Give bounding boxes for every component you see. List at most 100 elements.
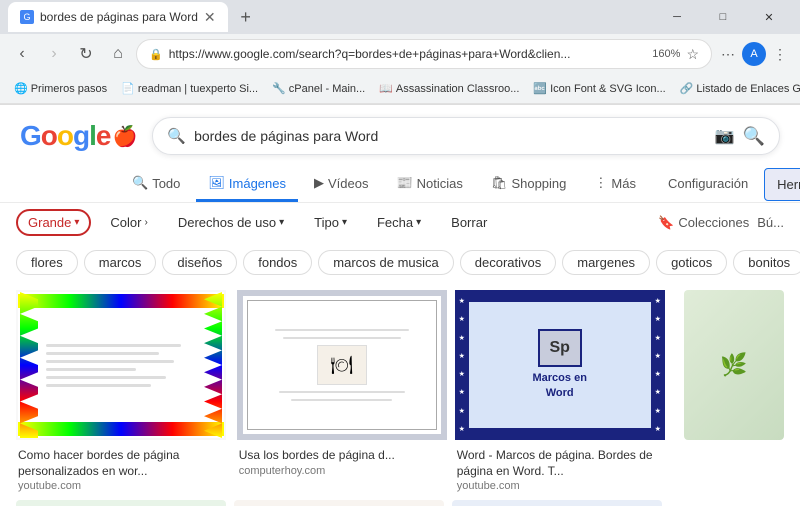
filter-borrar[interactable]: Borrar bbox=[440, 210, 498, 235]
lock-icon: 🔒 bbox=[149, 48, 163, 61]
image-title-2: Usa los bordes de página d... bbox=[239, 448, 445, 464]
tab-shopping[interactable]: 🛍 Shopping bbox=[479, 167, 578, 202]
tipo-arrow-icon: ▾ bbox=[342, 217, 347, 228]
google-page: Google 🍎 🔍 📷 🔍 🔍 Todo 🖼 Imágenes ▶ Vídeo… bbox=[0, 105, 800, 506]
filter-color[interactable]: Color › bbox=[99, 210, 158, 235]
image-info-1: Como hacer bordes de página personalizad… bbox=[16, 444, 229, 492]
chip-marcos[interactable]: marcos bbox=[84, 250, 157, 275]
tab-imagenes[interactable]: 🖼 Imágenes bbox=[196, 167, 298, 202]
bookmark-favicon-5: 🔤 bbox=[533, 82, 547, 95]
refresh-button[interactable]: ↻ bbox=[72, 40, 100, 68]
tab-configuracion[interactable]: Configuración bbox=[656, 168, 760, 202]
new-tab-button[interactable]: + bbox=[232, 3, 260, 31]
camera-icon[interactable]: 📷 bbox=[715, 126, 735, 146]
chip-decorativos[interactable]: decorativos bbox=[460, 250, 556, 275]
address-star-icon[interactable]: ☆ bbox=[686, 46, 699, 63]
window-controls: ─ □ ✕ bbox=[654, 2, 792, 32]
chip-margenes[interactable]: margenes bbox=[562, 250, 650, 275]
filter-tipo[interactable]: Tipo ▾ bbox=[303, 210, 358, 235]
logo-l: l bbox=[89, 120, 96, 152]
fecha-arrow-icon: ▾ bbox=[416, 217, 421, 228]
chip-marcos-musica[interactable]: marcos de musica bbox=[318, 250, 453, 275]
zoom-badge: 160% bbox=[652, 48, 680, 60]
bookmark-cpanel[interactable]: 🔧 cPanel - Main... bbox=[266, 80, 371, 97]
tab-todo[interactable]: 🔍 Todo bbox=[120, 167, 192, 202]
tab-title: bordes de páginas para Word bbox=[40, 10, 198, 24]
search-magnifier-icon: 🔍 bbox=[167, 127, 186, 145]
navigation-bar: ‹ › ↻ ⌂ 🔒 https://www.google.com/search?… bbox=[0, 34, 800, 74]
tab-bar-wrap: G bordes de páginas para Word ✕ + ─ □ ✕ bbox=[0, 0, 800, 34]
bookmark-assassination[interactable]: 📖 Assassination Classroo... bbox=[373, 80, 525, 97]
tab-noticias[interactable]: 📰 Noticias bbox=[384, 167, 474, 202]
google-logo: Google 🍎 bbox=[20, 120, 136, 152]
close-window-button[interactable]: ✕ bbox=[746, 2, 792, 32]
imagenes-icon: 🖼 bbox=[208, 175, 225, 191]
chip-goticos[interactable]: goticos bbox=[656, 250, 727, 275]
bookmark-iconfont[interactable]: 🔤 Icon Font & SVG Icon... bbox=[527, 80, 671, 97]
address-text: https://www.google.com/search?q=bordes+d… bbox=[169, 47, 647, 61]
logo-o1: o bbox=[41, 120, 57, 152]
minimize-button[interactable]: ─ bbox=[654, 2, 700, 32]
image-card-2[interactable]: 🍽 Usa los bordes de página d... computer… bbox=[237, 290, 447, 492]
active-tab[interactable]: G bordes de páginas para Word ✕ bbox=[8, 2, 228, 32]
more-options-button[interactable]: ⋮ bbox=[768, 42, 792, 66]
search-bar[interactable]: 🔍 📷 🔍 bbox=[152, 117, 780, 155]
videos-icon: ▶ bbox=[314, 175, 324, 191]
noticias-icon: 📰 bbox=[396, 175, 412, 191]
tab-favicon: G bbox=[20, 10, 34, 24]
extensions-button[interactable]: ⋯ bbox=[716, 42, 740, 66]
search-input[interactable] bbox=[194, 128, 707, 144]
todo-icon: 🔍 bbox=[132, 175, 148, 191]
derechos-arrow-icon: ▾ bbox=[279, 217, 284, 228]
chip-bonitos[interactable]: bonitos bbox=[733, 250, 800, 275]
home-button[interactable]: ⌂ bbox=[104, 40, 132, 68]
thumb-card-3[interactable] bbox=[452, 500, 662, 506]
bookmarks-bar: 🌐 Primeros pasos 📄 readman | tuexperto S… bbox=[0, 74, 800, 104]
back-button[interactable]: ‹ bbox=[8, 40, 36, 68]
bookmark-readman[interactable]: 📄 readman | tuexperto Si... bbox=[115, 80, 264, 97]
address-bar[interactable]: 🔒 https://www.google.com/search?q=bordes… bbox=[136, 39, 712, 69]
apple-icon: 🍎 bbox=[112, 124, 136, 149]
tab-videos[interactable]: ▶ Vídeos bbox=[302, 167, 380, 202]
filter-fecha[interactable]: Fecha ▾ bbox=[366, 210, 432, 235]
image-placeholder-2: 🍽 bbox=[237, 290, 447, 440]
thumb-card-1[interactable] bbox=[16, 500, 226, 506]
bookmark-listado[interactable]: 🔗 Listado de Enlaces Gra... bbox=[674, 80, 800, 97]
image-grid: Como hacer bordes de página personalizad… bbox=[0, 282, 800, 500]
maximize-button[interactable]: □ bbox=[700, 2, 746, 32]
image-title-1: Como hacer bordes de página personalizad… bbox=[18, 448, 227, 479]
chip-disenos[interactable]: diseños bbox=[162, 250, 237, 275]
bookmark-favicon-2: 📄 bbox=[121, 82, 135, 95]
chip-flores[interactable]: flores bbox=[16, 250, 78, 275]
profile-button[interactable]: A bbox=[742, 42, 766, 66]
google-top: Google 🍎 🔍 📷 🔍 bbox=[0, 105, 800, 163]
bookmark-favicon-1: 🌐 bbox=[14, 82, 28, 95]
tools-right: 🔖 Colecciones Bú... bbox=[658, 215, 784, 231]
image-source-2: computerhoy.com bbox=[239, 465, 445, 477]
image-card-3[interactable]: ★ ★ ★ ★ ★ ★ ★ ★ ★ ★ ★ ★ ★ ★ ★ bbox=[455, 290, 676, 492]
browser-actions: ⋯ A ⋮ bbox=[716, 42, 792, 66]
bookmark-primeros-pasos[interactable]: 🌐 Primeros pasos bbox=[8, 80, 113, 97]
filter-grande[interactable]: Grande ▾ bbox=[16, 209, 91, 236]
image-info-2: Usa los bordes de página d... computerho… bbox=[237, 444, 447, 477]
bookmark-favicon-4: 📖 bbox=[379, 82, 393, 95]
tab-close-button[interactable]: ✕ bbox=[204, 9, 216, 26]
image-card-1[interactable]: Como hacer bordes de página personalizad… bbox=[16, 290, 229, 492]
chip-fondos[interactable]: fondos bbox=[243, 250, 312, 275]
collections-icon: 🔖 bbox=[658, 215, 674, 231]
logo-g: g bbox=[73, 120, 89, 152]
filter-derechos[interactable]: Derechos de uso ▾ bbox=[167, 210, 295, 235]
forward-button[interactable]: › bbox=[40, 40, 68, 68]
image-title-3: Word - Marcos de página. Bordes de págin… bbox=[457, 448, 674, 479]
bookmark-favicon-6: 🔗 bbox=[680, 82, 694, 95]
tab-mas[interactable]: ⋮ Más bbox=[582, 167, 648, 202]
mas-dots-icon: ⋮ bbox=[594, 175, 607, 191]
image-card-4[interactable]: 🌿 bbox=[684, 290, 784, 492]
shopping-icon: 🛍 bbox=[491, 175, 508, 191]
search-submit-icon[interactable]: 🔍 bbox=[743, 126, 765, 147]
tab-herramientas[interactable]: Herramientas bbox=[764, 168, 800, 201]
collections-button[interactable]: 🔖 Colecciones bbox=[658, 215, 749, 231]
image-source-1: youtube.com bbox=[18, 480, 227, 492]
thumb-card-2[interactable] bbox=[234, 500, 444, 506]
logo-G: G bbox=[20, 120, 41, 152]
